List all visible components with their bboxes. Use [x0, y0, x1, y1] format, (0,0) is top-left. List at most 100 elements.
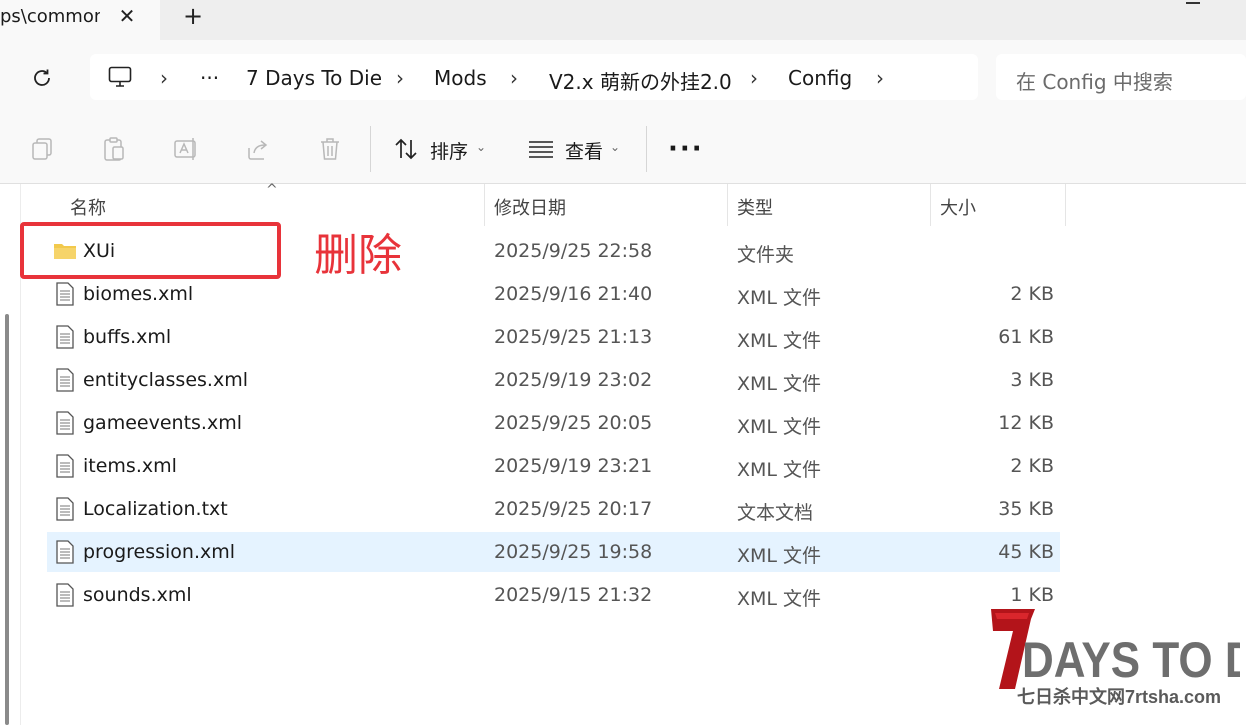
file-size: 3 KB — [1010, 369, 1054, 391]
file-type: XML 文件 — [737, 588, 822, 610]
new-tab-button[interactable]: + — [180, 4, 206, 30]
breadcrumb[interactable]: › ··· 7 Days To Die › Mods › V2.x 萌新の外挂2… — [90, 54, 978, 100]
file-icon — [56, 325, 74, 349]
file-type: XML 文件 — [737, 287, 822, 309]
file-icon — [56, 497, 74, 521]
toolbar-separator — [370, 126, 371, 172]
address-row: › ··· 7 Days To Die › Mods › V2.x 萌新の外挂2… — [0, 40, 1246, 114]
chevron-down-icon: ⌄ — [610, 140, 621, 154]
file-type: XML 文件 — [737, 416, 822, 438]
file-date: 2025/9/15 21:32 — [494, 584, 653, 606]
file-date: 2025/9/19 23:21 — [494, 455, 653, 477]
file-name: entityclasses.xml — [83, 369, 248, 391]
file-icon — [56, 454, 74, 478]
breadcrumb-7-days-to-die[interactable]: 7 Days To Die — [246, 66, 382, 90]
breadcrumb-mod-folder[interactable]: V2.x 萌新の外挂2.0 — [549, 66, 732, 95]
file-name: progression.xml — [83, 541, 236, 563]
view-list-icon — [529, 141, 553, 158]
file-date: 2025/9/25 20:17 — [494, 498, 653, 520]
file-type: XML 文件 — [737, 330, 822, 352]
game-logo-watermark: DAYS TO DIE 七日杀中文网7rtsha.com — [991, 609, 1240, 707]
file-icon — [56, 540, 74, 564]
chevron-right-icon[interactable]: › — [510, 66, 518, 90]
file-size: 1 KB — [1010, 584, 1054, 606]
column-divider[interactable] — [1065, 184, 1066, 226]
file-type: 文件夹 — [737, 244, 795, 266]
file-name: items.xml — [83, 455, 177, 477]
column-divider[interactable] — [484, 184, 485, 226]
file-name: buffs.xml — [83, 326, 172, 348]
command-bar: 排序 ⌄ 查看 ⌄ ··· — [0, 114, 1246, 184]
file-type: 文本文档 — [737, 502, 814, 524]
svg-text:七日杀中文网7rtsha.com: 七日杀中文网7rtsha.com — [1017, 686, 1221, 707]
minimize-icon[interactable] — [1186, 2, 1200, 4]
file-type: XML 文件 — [737, 545, 822, 567]
this-pc-icon[interactable] — [108, 66, 132, 88]
file-row[interactable]: biomes.xml 2025/9/16 21:40 XML 文件 2 KB — [47, 274, 1060, 314]
tab-close-icon[interactable]: ✕ — [116, 5, 138, 27]
svg-text:DAYS TO DIE: DAYS TO DIE — [1022, 631, 1240, 687]
column-date-label: 修改日期 — [494, 198, 566, 219]
file-date: 2025/9/25 20:05 — [494, 412, 653, 434]
file-date: 2025/9/25 21:13 — [494, 326, 653, 348]
delete-icon[interactable] — [317, 136, 343, 162]
breadcrumb-overflow[interactable]: ··· — [200, 66, 219, 90]
view-label: 查看 — [565, 141, 604, 163]
breadcrumb-mods[interactable]: Mods — [434, 66, 487, 90]
annotation-delete-label: 删除 — [314, 230, 402, 281]
search-box[interactable]: 在 Config 中搜索 — [996, 54, 1246, 100]
file-size: 12 KB — [998, 412, 1054, 434]
tab-strip: ps\common ✕ + — [0, 0, 1246, 40]
copy-icon[interactable] — [29, 136, 55, 162]
file-date: 2025/9/16 21:40 — [494, 283, 653, 305]
column-header-size[interactable]: 大小 — [940, 184, 1060, 226]
column-header-date[interactable]: 修改日期 — [494, 184, 726, 226]
share-icon[interactable] — [245, 136, 271, 162]
column-name-label: 名称 — [70, 198, 106, 219]
breadcrumb-config[interactable]: Config — [788, 66, 852, 90]
column-divider[interactable] — [727, 184, 728, 226]
file-size: 35 KB — [998, 498, 1054, 520]
file-type: XML 文件 — [737, 459, 822, 481]
column-divider[interactable] — [930, 184, 931, 226]
more-options-button[interactable]: ··· — [668, 134, 704, 164]
file-name: Localization.txt — [83, 498, 228, 520]
file-row[interactable]: buffs.xml 2025/9/25 21:13 XML 文件 61 KB — [47, 317, 1060, 357]
file-row[interactable]: gameevents.xml 2025/9/25 20:05 XML 文件 12 KB — [47, 403, 1060, 443]
file-icon — [56, 368, 74, 392]
sort-button[interactable]: 排序 ⌄ — [394, 134, 494, 164]
file-row[interactable]: progression.xml 2025/9/25 19:58 XML 文件 45 K… — [47, 532, 1060, 572]
file-row[interactable]: Localization.txt 2025/9/25 20:17 文本文档 35 KB — [47, 489, 1060, 529]
chevron-right-icon[interactable]: › — [876, 66, 884, 90]
file-size: 2 KB — [1010, 283, 1054, 305]
file-row[interactable]: items.xml 2025/9/19 23:21 XML 文件 2 KB — [47, 446, 1060, 486]
chevron-down-icon: ⌄ — [476, 140, 487, 154]
tab-current[interactable]: ps\common ✕ — [0, 0, 160, 40]
chevron-right-icon[interactable]: › — [396, 66, 404, 90]
column-header-type[interactable]: 类型 — [737, 184, 929, 226]
rename-icon[interactable] — [173, 136, 199, 162]
file-row[interactable]: sounds.xml 2025/9/15 21:32 XML 文件 1 KB — [47, 575, 1060, 615]
file-size: 2 KB — [1010, 455, 1054, 477]
paste-icon[interactable] — [101, 136, 127, 162]
file-date: 2025/9/19 23:02 — [494, 369, 653, 391]
file-icon — [56, 282, 74, 306]
file-size: 61 KB — [998, 326, 1054, 348]
sort-label: 排序 — [430, 141, 469, 163]
sort-icon — [395, 138, 417, 160]
file-row[interactable]: entityclasses.xml 2025/9/19 23:02 XML 文件 3 … — [47, 360, 1060, 400]
search-placeholder: 在 Config 中搜索 — [1016, 70, 1173, 94]
view-button[interactable]: 查看 ⌄ — [528, 134, 628, 164]
tab-title: ps\common — [0, 6, 100, 27]
file-date: 2025/9/25 22:58 — [494, 240, 653, 262]
file-icon — [56, 411, 74, 435]
vertical-scrollbar[interactable] — [5, 314, 9, 725]
column-size-label: 大小 — [940, 198, 976, 219]
sort-ascending-icon: ^ — [266, 182, 278, 198]
highlight-box — [20, 222, 281, 279]
file-name: sounds.xml — [83, 584, 192, 606]
refresh-icon[interactable] — [30, 66, 54, 90]
chevron-right-icon[interactable]: › — [750, 66, 758, 90]
column-type-label: 类型 — [737, 198, 773, 219]
chevron-right-icon[interactable]: › — [160, 66, 168, 90]
